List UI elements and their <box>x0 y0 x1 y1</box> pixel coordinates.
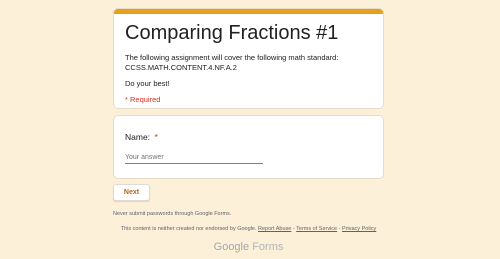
privacy-policy-link[interactable]: Privacy Policy <box>342 226 376 232</box>
password-warning: Never submit passwords through Google Fo… <box>113 211 232 217</box>
terms-of-service-link[interactable]: Terms of Service <box>296 226 337 232</box>
form-description-standard: CCSS.MATH.CONTENT.4.NF.A.2 <box>125 63 237 72</box>
form-header-card: Comparing Fractions #1 The following ass… <box>113 8 384 109</box>
report-abuse-link[interactable]: Report Abuse <box>258 226 291 232</box>
question-label: Name: <box>125 132 151 142</box>
disclaimer: This content is neither created nor endo… <box>113 226 384 232</box>
form-description-line: The following assignment will cover the … <box>125 53 339 62</box>
next-button[interactable]: Next <box>113 184 150 201</box>
question-card-name: Name: * <box>113 115 384 179</box>
google-forms-logo[interactable]: Google Forms <box>113 241 384 253</box>
logo-brand: Google <box>213 241 250 253</box>
disclaimer-text: This content is neither created nor endo… <box>120 226 257 232</box>
form-description-encouragement: Do your best! <box>125 79 170 88</box>
form-title: Comparing Fractions #1 <box>125 22 339 44</box>
required-asterisk: * <box>154 132 158 142</box>
name-answer-input[interactable] <box>125 152 263 164</box>
footer-separator: - <box>338 226 341 232</box>
logo-product: Forms <box>252 241 284 253</box>
required-note: * Required <box>125 95 161 104</box>
form-page: Comparing Fractions #1 The following ass… <box>0 0 500 259</box>
footer-separator: - <box>292 226 295 232</box>
